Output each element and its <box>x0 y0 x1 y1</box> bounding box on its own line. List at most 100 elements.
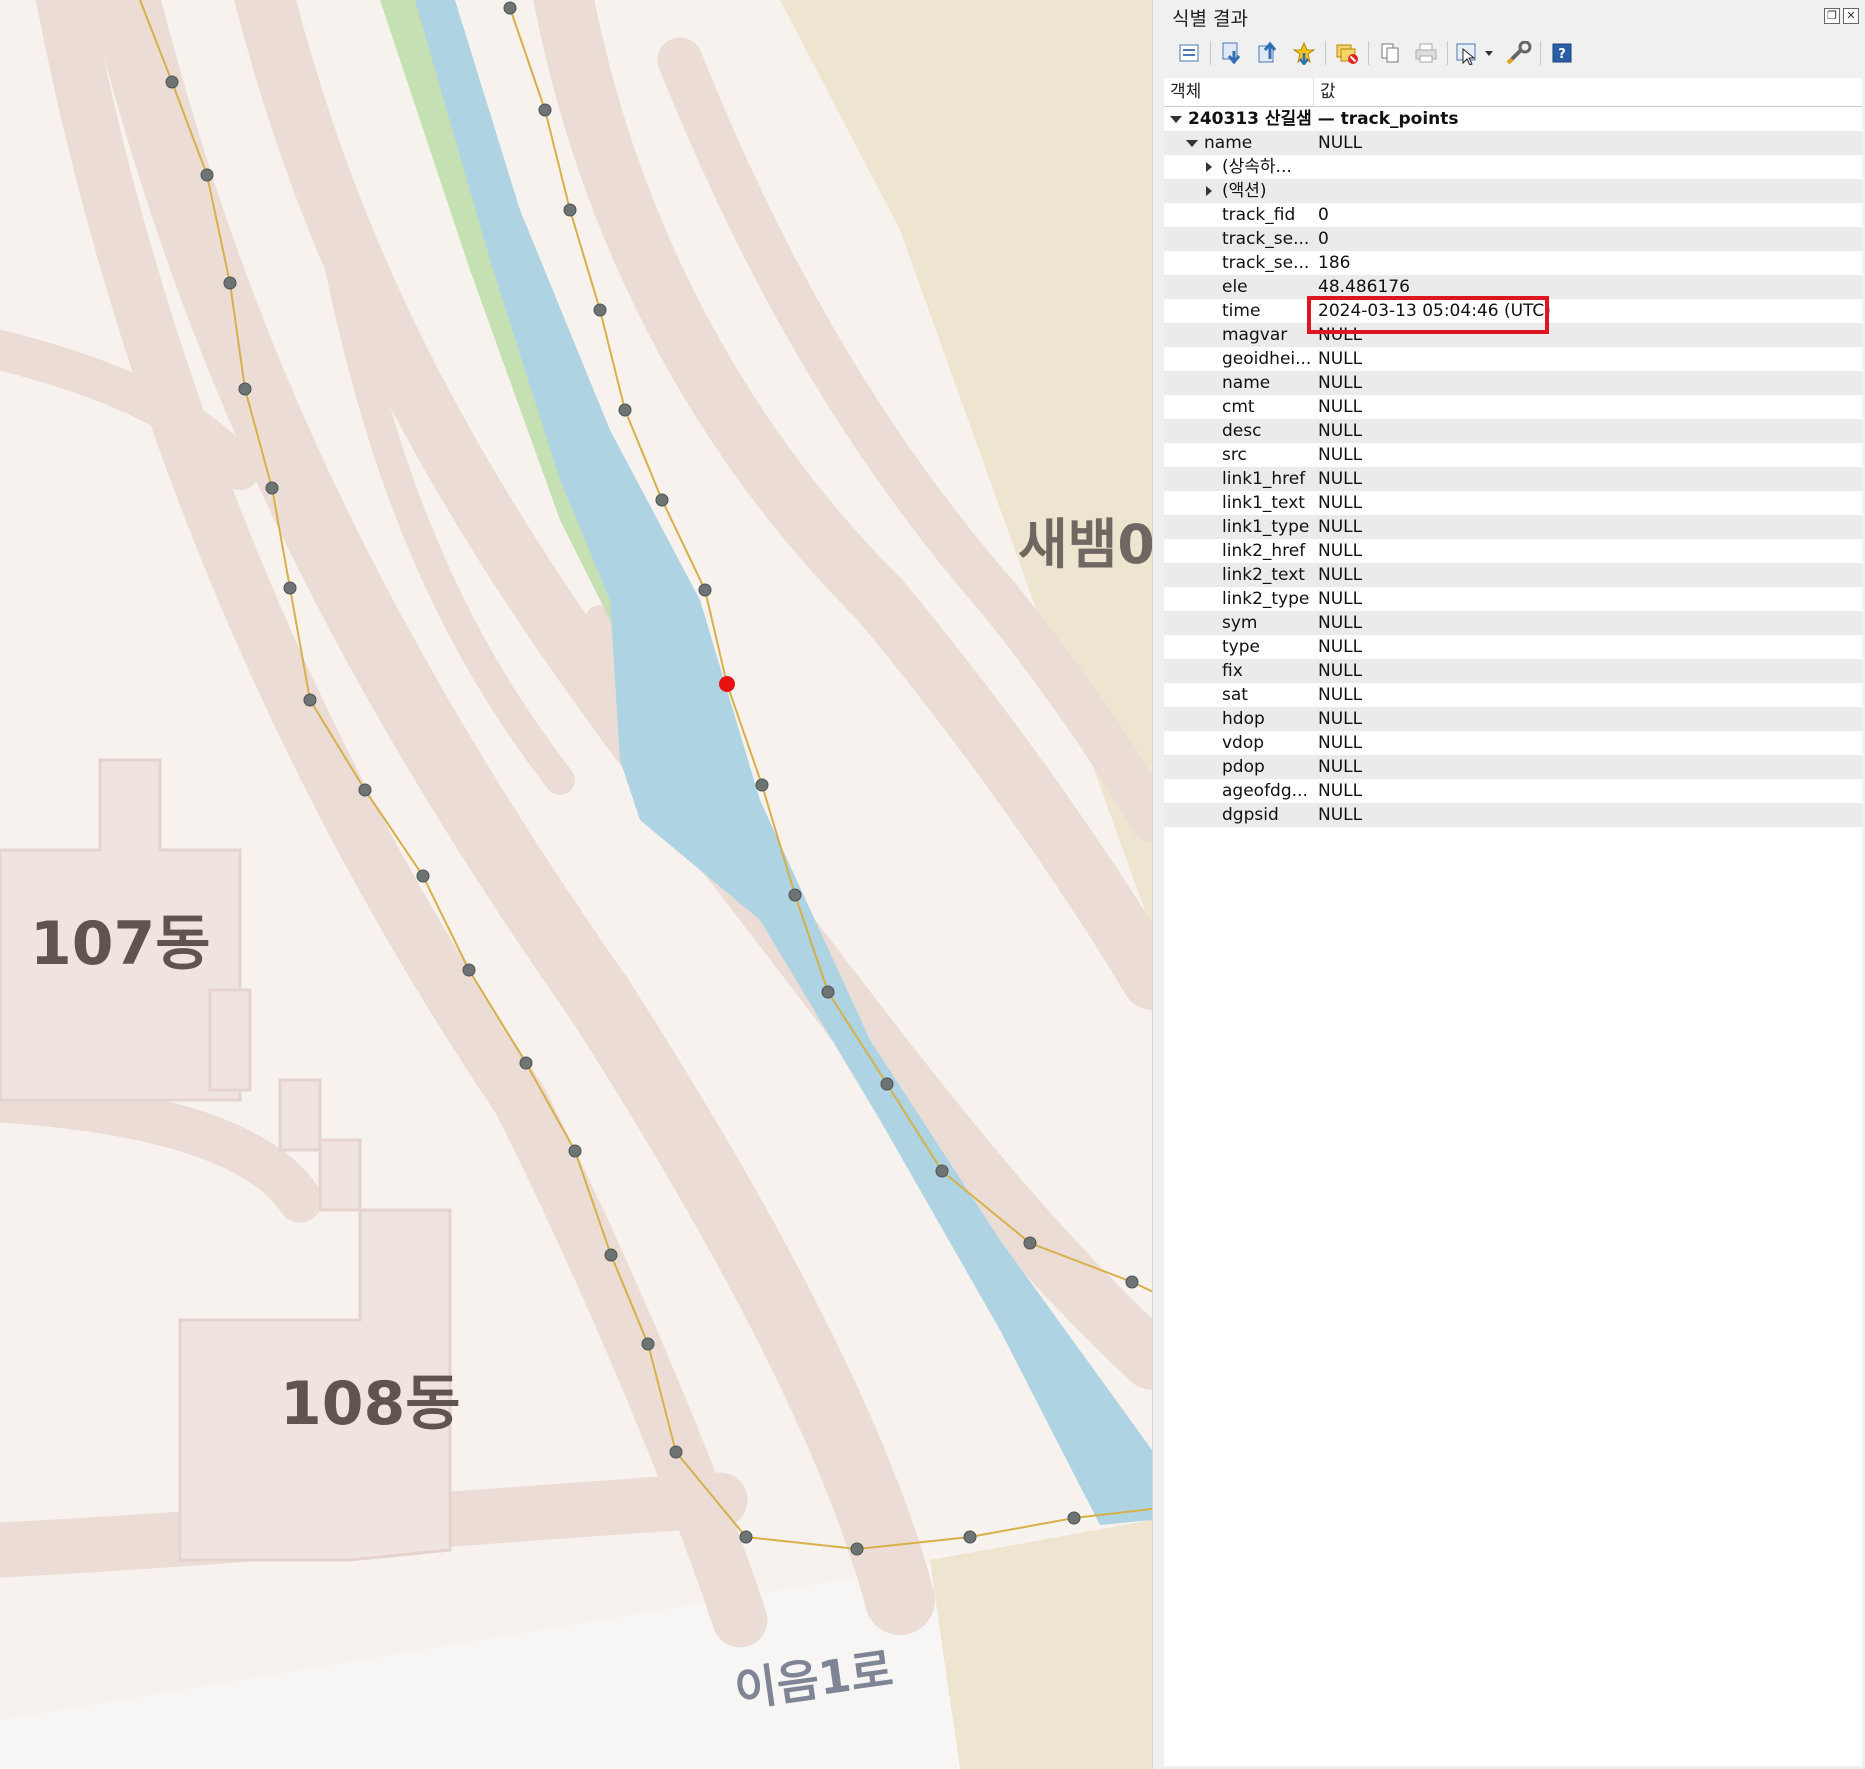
collapse-arrow-icon[interactable] <box>1170 116 1182 123</box>
track-point[interactable] <box>563 203 577 217</box>
expand-arrow-icon[interactable] <box>1206 186 1212 196</box>
attribute-row[interactable]: sat NULL <box>1164 683 1862 707</box>
track-point[interactable] <box>200 168 214 182</box>
map-label-building-107: 107동 <box>30 909 211 979</box>
track-point[interactable] <box>416 869 430 883</box>
track-point[interactable] <box>462 963 476 977</box>
group-label: (액션) <box>1222 181 1267 201</box>
attribute-row[interactable]: track_fid 0 <box>1164 203 1862 227</box>
track-point[interactable] <box>963 1530 977 1544</box>
layer-name: 240313 산길샘 — track_points <box>1188 109 1459 129</box>
attribute-value: NULL <box>1318 589 1363 609</box>
help-button[interactable]: ? <box>1547 38 1577 68</box>
track-point[interactable] <box>238 382 252 396</box>
attribute-key: link1_href <box>1222 469 1306 489</box>
attribute-key: link1_type <box>1222 517 1310 537</box>
attribute-row[interactable]: link1_href NULL <box>1164 467 1862 491</box>
attribute-row[interactable]: cmt NULL <box>1164 395 1862 419</box>
track-point[interactable] <box>880 1077 894 1091</box>
attribute-value: NULL <box>1318 469 1363 489</box>
track-point[interactable] <box>568 1144 582 1158</box>
attribute-value: NULL <box>1318 733 1363 753</box>
group-row-actions[interactable]: (액션) <box>1164 179 1862 203</box>
time-value-highlight <box>1307 296 1549 334</box>
track-point[interactable] <box>698 583 712 597</box>
track-point[interactable] <box>165 75 179 89</box>
track-point[interactable] <box>669 1445 683 1459</box>
track-point[interactable] <box>1067 1511 1081 1525</box>
track-point[interactable] <box>935 1164 949 1178</box>
track-point[interactable] <box>503 1 517 15</box>
track-point[interactable] <box>538 103 552 117</box>
attribute-row[interactable]: src NULL <box>1164 443 1862 467</box>
settings-button[interactable] <box>1504 38 1534 68</box>
track-point[interactable] <box>358 783 372 797</box>
attribute-row[interactable]: link1_type NULL <box>1164 515 1862 539</box>
attribute-row[interactable]: pdop NULL <box>1164 755 1862 779</box>
identify-mode-button[interactable] <box>1454 38 1498 68</box>
toolbar-separator <box>1325 41 1326 65</box>
attribute-row[interactable]: link1_text NULL <box>1164 491 1862 515</box>
attribute-row[interactable]: desc NULL <box>1164 419 1862 443</box>
collapse-all-icon <box>1258 41 1277 63</box>
print-button[interactable] <box>1411 38 1441 68</box>
map-canvas[interactable]: 107동 108동 새뱀0 이음1로 <box>0 0 1152 1769</box>
attribute-row[interactable]: geoidhei... NULL <box>1164 347 1862 371</box>
layer-row[interactable]: 240313 산길샘 — track_points <box>1164 107 1862 131</box>
group-row-derived[interactable]: (상속하... <box>1164 155 1862 179</box>
expand-arrow-icon[interactable] <box>1206 162 1212 172</box>
attribute-row[interactable]: ageofdg... NULL <box>1164 779 1862 803</box>
collapse-arrow-icon[interactable] <box>1186 140 1198 147</box>
track-point[interactable] <box>821 985 835 999</box>
track-point[interactable] <box>850 1542 864 1556</box>
column-header-object[interactable]: 객체 <box>1164 78 1314 106</box>
attribute-row[interactable]: dgpsid NULL <box>1164 803 1862 827</box>
attribute-row[interactable]: link2_type NULL <box>1164 587 1862 611</box>
selected-track-point[interactable] <box>719 676 735 692</box>
map-layer <box>0 0 1152 1769</box>
track-point[interactable] <box>655 493 669 507</box>
road <box>0 330 260 490</box>
track-point[interactable] <box>223 276 237 290</box>
collapse-all-button[interactable] <box>1253 38 1283 68</box>
sand-area-lower <box>930 1520 1152 1769</box>
track-point[interactable] <box>1125 1275 1139 1289</box>
attribute-row[interactable]: vdop NULL <box>1164 731 1862 755</box>
attribute-row[interactable]: track_se... 0 <box>1164 227 1862 251</box>
track-point[interactable] <box>618 403 632 417</box>
attribute-row[interactable]: hdop NULL <box>1164 707 1862 731</box>
track-point[interactable] <box>739 1530 753 1544</box>
attribute-row[interactable]: link2_text NULL <box>1164 563 1862 587</box>
attribute-row[interactable]: name NULL <box>1164 371 1862 395</box>
clear-results-icon <box>1336 44 1358 64</box>
attribute-row[interactable]: sym NULL <box>1164 611 1862 635</box>
column-header-value[interactable]: 값 <box>1314 78 1336 106</box>
track-point[interactable] <box>265 481 279 495</box>
clear-results-button[interactable] <box>1332 38 1362 68</box>
track-point[interactable] <box>788 888 802 902</box>
track-point[interactable] <box>303 693 317 707</box>
track-point[interactable] <box>593 303 607 317</box>
close-panel-button[interactable]: ✕ <box>1843 8 1859 24</box>
track-point[interactable] <box>604 1248 618 1262</box>
attribute-value: NULL <box>1318 517 1363 537</box>
float-panel-button[interactable]: ❐ <box>1824 8 1840 24</box>
track-point[interactable] <box>283 581 297 595</box>
track-point[interactable] <box>519 1056 533 1070</box>
copy-button[interactable] <box>1375 38 1405 68</box>
expand-tree-button[interactable] <box>1174 38 1204 68</box>
highlight-button[interactable] <box>1289 38 1319 68</box>
feature-row[interactable]: name NULL <box>1164 131 1862 155</box>
track-point[interactable] <box>641 1337 655 1351</box>
group-label: (상속하... <box>1222 157 1292 177</box>
attribute-value: NULL <box>1318 397 1363 417</box>
expand-all-button[interactable] <box>1217 38 1247 68</box>
attribute-row[interactable]: fix NULL <box>1164 659 1862 683</box>
attribute-row[interactable]: type NULL <box>1164 635 1862 659</box>
track-point[interactable] <box>755 778 769 792</box>
track-point[interactable] <box>1023 1236 1037 1250</box>
attribute-key: cmt <box>1222 397 1255 417</box>
attribute-row[interactable]: link2_href NULL <box>1164 539 1862 563</box>
attribute-value: NULL <box>1318 613 1363 633</box>
attribute-row[interactable]: track_se... 186 <box>1164 251 1862 275</box>
